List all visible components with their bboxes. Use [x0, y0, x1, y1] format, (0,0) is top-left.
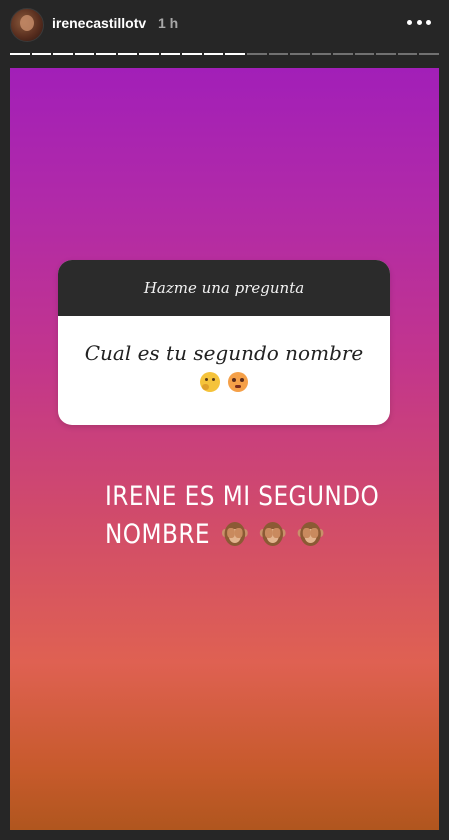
- avatar[interactable]: [10, 8, 44, 42]
- story-progress-segment: [74, 53, 95, 55]
- dot: [426, 19, 431, 25]
- story-progress-segment: [96, 53, 116, 55]
- username[interactable]: irenecastillotv: [52, 15, 146, 31]
- question-sticker-header: Hazme una pregunta: [58, 260, 390, 316]
- see-no-evil-monkey-icon: [297, 520, 324, 550]
- answer-line-2-text: NOMBRE: [105, 519, 211, 550]
- story-progress-segment: [117, 53, 138, 55]
- flushed-face-icon: [228, 372, 248, 392]
- story-progress-segment: [290, 53, 310, 55]
- story-progress-segment: [419, 53, 439, 55]
- timestamp: 1 h: [158, 15, 179, 31]
- story-progress-segment: [354, 53, 375, 55]
- story-progress-segment: [203, 53, 224, 55]
- story-progress-segment: [397, 53, 418, 55]
- thinking-face-icon: [200, 372, 220, 392]
- story-progress-segment: [333, 53, 353, 55]
- answer-line-2: NOMBRE: [105, 516, 380, 554]
- story-progress-segment: [247, 53, 267, 55]
- more-options-icon[interactable]: [407, 12, 431, 32]
- see-no-evil-monkey-icon: [259, 520, 286, 550]
- story-progress-segment: [182, 53, 202, 55]
- answer-text: IRENE ES MI SEGUNDO NOMBRE: [105, 478, 380, 554]
- answer-line-1: IRENE ES MI SEGUNDO: [105, 481, 380, 512]
- dot: [407, 19, 412, 25]
- story-progress-segment: [10, 53, 30, 55]
- see-no-evil-monkey-icon: [222, 520, 248, 550]
- story-progress-segment: [376, 53, 396, 55]
- dot: [416, 19, 422, 25]
- question-sticker: Hazme una pregunta Cual es tu segundo no…: [58, 260, 390, 425]
- story-progress-segment: [53, 53, 73, 55]
- story-content[interactable]: Hazme una pregunta Cual es tu segundo no…: [10, 68, 439, 830]
- question-text: Cual es tu segundo nombre: [84, 341, 364, 365]
- story-progress-bar: [10, 53, 439, 56]
- story-progress-segment: [160, 53, 181, 55]
- question-emojis: [58, 372, 390, 392]
- story-progress-segment: [31, 53, 52, 55]
- story-progress-segment: [311, 53, 332, 55]
- story-progress-segment: [268, 53, 289, 55]
- story-progress-segment: [139, 53, 159, 55]
- story-header: irenecastillotv 1 h: [0, 0, 449, 50]
- story-progress-segment: [225, 53, 246, 55]
- question-sticker-body: Cual es tu segundo nombre: [58, 316, 390, 392]
- story-viewer: irenecastillotv 1 h Hazme una pregunta C…: [0, 0, 449, 840]
